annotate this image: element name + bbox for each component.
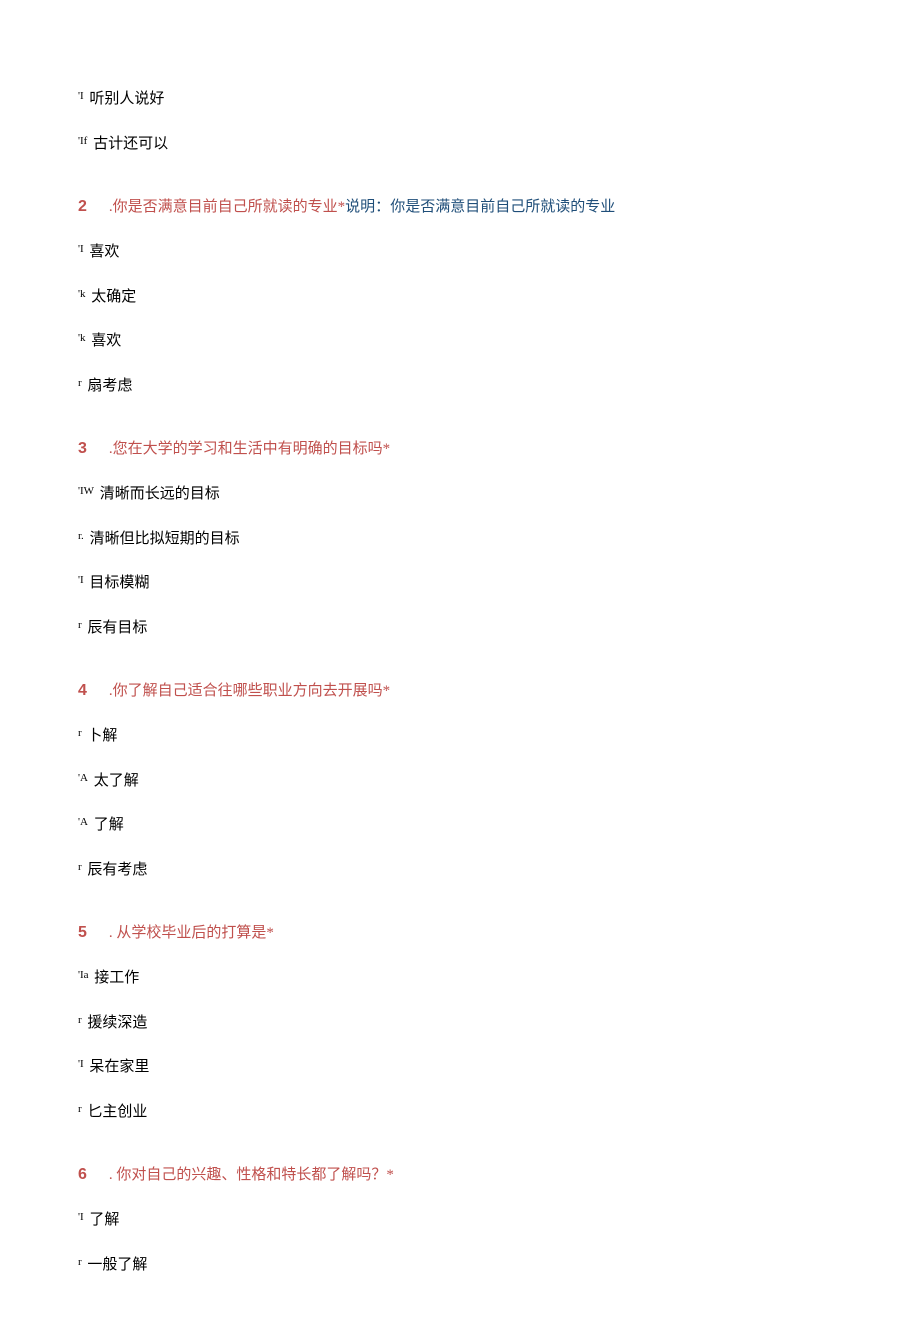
option-item: r 卜解	[78, 725, 842, 748]
option-prefix: r	[78, 1012, 82, 1029]
option-item: 'Ia 接工作	[78, 967, 842, 990]
option-item: 'If 古计还可以	[78, 133, 842, 156]
option-item: r 辰有考虑	[78, 859, 842, 882]
option-item: 'k 太确定	[78, 286, 842, 309]
option-text: 接工作	[94, 970, 139, 986]
option-prefix: 'If	[78, 133, 87, 150]
option-text: 匕主创业	[87, 1104, 147, 1120]
option-item: r 扇考虑	[78, 375, 842, 398]
option-prefix: 'A	[78, 770, 88, 787]
question-number: 2	[78, 195, 87, 219]
option-prefix: 'k	[78, 330, 85, 347]
option-text: 喜欢	[91, 333, 121, 349]
option-text: 卜解	[87, 728, 117, 744]
option-text: 辰有目标	[87, 620, 147, 636]
option-text: 目标模糊	[89, 575, 149, 591]
option-prefix: 'I	[78, 88, 84, 105]
option-prefix: 'I	[78, 1056, 84, 1073]
option-item: 'k 喜欢	[78, 330, 842, 353]
option-item: r. 清晰但比拟短期的目标	[78, 528, 842, 551]
option-prefix: 'Ia	[78, 967, 89, 984]
question-title: .你是否满意目前自己所就读的专业*	[109, 199, 345, 215]
question-title: . 从学校毕业后的打算是*	[109, 925, 274, 941]
option-prefix: r	[78, 617, 82, 634]
option-prefix: 'k	[78, 286, 85, 303]
option-prefix: 'I	[78, 1209, 84, 1226]
option-text: 清晰而长远的目标	[100, 486, 220, 502]
option-prefix: 'I	[78, 572, 84, 589]
option-text: 古计还可以	[93, 136, 168, 152]
option-item: r 援续深造	[78, 1012, 842, 1035]
option-prefix: r.	[78, 528, 84, 545]
question-title: .你了解自己适合往哪些职业方向去开展吗*	[109, 683, 390, 699]
option-prefix: r	[78, 375, 82, 392]
option-text: 清晰但比拟短期的目标	[90, 531, 240, 547]
option-text: 了解	[89, 1212, 119, 1228]
option-prefix: r	[78, 859, 82, 876]
question-5: 5 . 从学校毕业后的打算是*	[78, 921, 842, 945]
question-number: 6	[78, 1163, 87, 1187]
question-number: 3	[78, 437, 87, 461]
question-3: 3 .您在大学的学习和生活中有明确的目标吗*	[78, 437, 842, 461]
option-text: 了解	[94, 817, 124, 833]
option-text: 援续深造	[87, 1015, 147, 1031]
option-prefix: 'IW	[78, 483, 94, 500]
question-note-label: 说明：	[345, 199, 390, 215]
option-item: 'I 了解	[78, 1209, 842, 1232]
option-item: 'I 呆在家里	[78, 1056, 842, 1079]
option-item: 'A 太了解	[78, 770, 842, 793]
option-text: 太确定	[91, 289, 136, 305]
question-number: 4	[78, 679, 87, 703]
option-item: r 辰有目标	[78, 617, 842, 640]
option-text: 喜欢	[89, 244, 119, 260]
question-number: 5	[78, 921, 87, 945]
option-prefix: 'A	[78, 814, 88, 831]
option-item: 'A 了解	[78, 814, 842, 837]
option-prefix: r	[78, 1101, 82, 1118]
option-prefix: 'I	[78, 241, 84, 258]
question-2: 2 .你是否满意目前自己所就读的专业*说明：你是否满意目前自己所就读的专业	[78, 195, 842, 219]
question-note: 你是否满意目前自己所就读的专业	[390, 199, 615, 215]
option-item: 'IW 清晰而长远的目标	[78, 483, 842, 506]
option-text: 太了解	[94, 773, 139, 789]
option-text: 一般了解	[87, 1257, 147, 1273]
option-prefix: r	[78, 1254, 82, 1271]
option-item: r 匕主创业	[78, 1101, 842, 1124]
option-text: 听别人说好	[89, 91, 164, 107]
option-item: r 一般了解	[78, 1254, 842, 1277]
question-4: 4 .你了解自己适合往哪些职业方向去开展吗*	[78, 679, 842, 703]
option-text: 呆在家里	[89, 1059, 149, 1075]
option-text: 辰有考虑	[87, 862, 147, 878]
question-title: .您在大学的学习和生活中有明确的目标吗*	[109, 441, 390, 457]
document-page: 'I 听别人说好 'If 古计还可以 2 .你是否满意目前自己所就读的专业*说明：…	[0, 0, 920, 1338]
option-item: 'I 听别人说好	[78, 88, 842, 111]
question-6: 6 . 你对自己的兴趣、性格和特长都了解吗？*	[78, 1163, 842, 1187]
option-item: 'I 喜欢	[78, 241, 842, 264]
option-item: 'I 目标模糊	[78, 572, 842, 595]
option-text: 扇考虑	[87, 378, 132, 394]
option-prefix: r	[78, 725, 82, 742]
question-title: . 你对自己的兴趣、性格和特长都了解吗？*	[109, 1167, 394, 1183]
